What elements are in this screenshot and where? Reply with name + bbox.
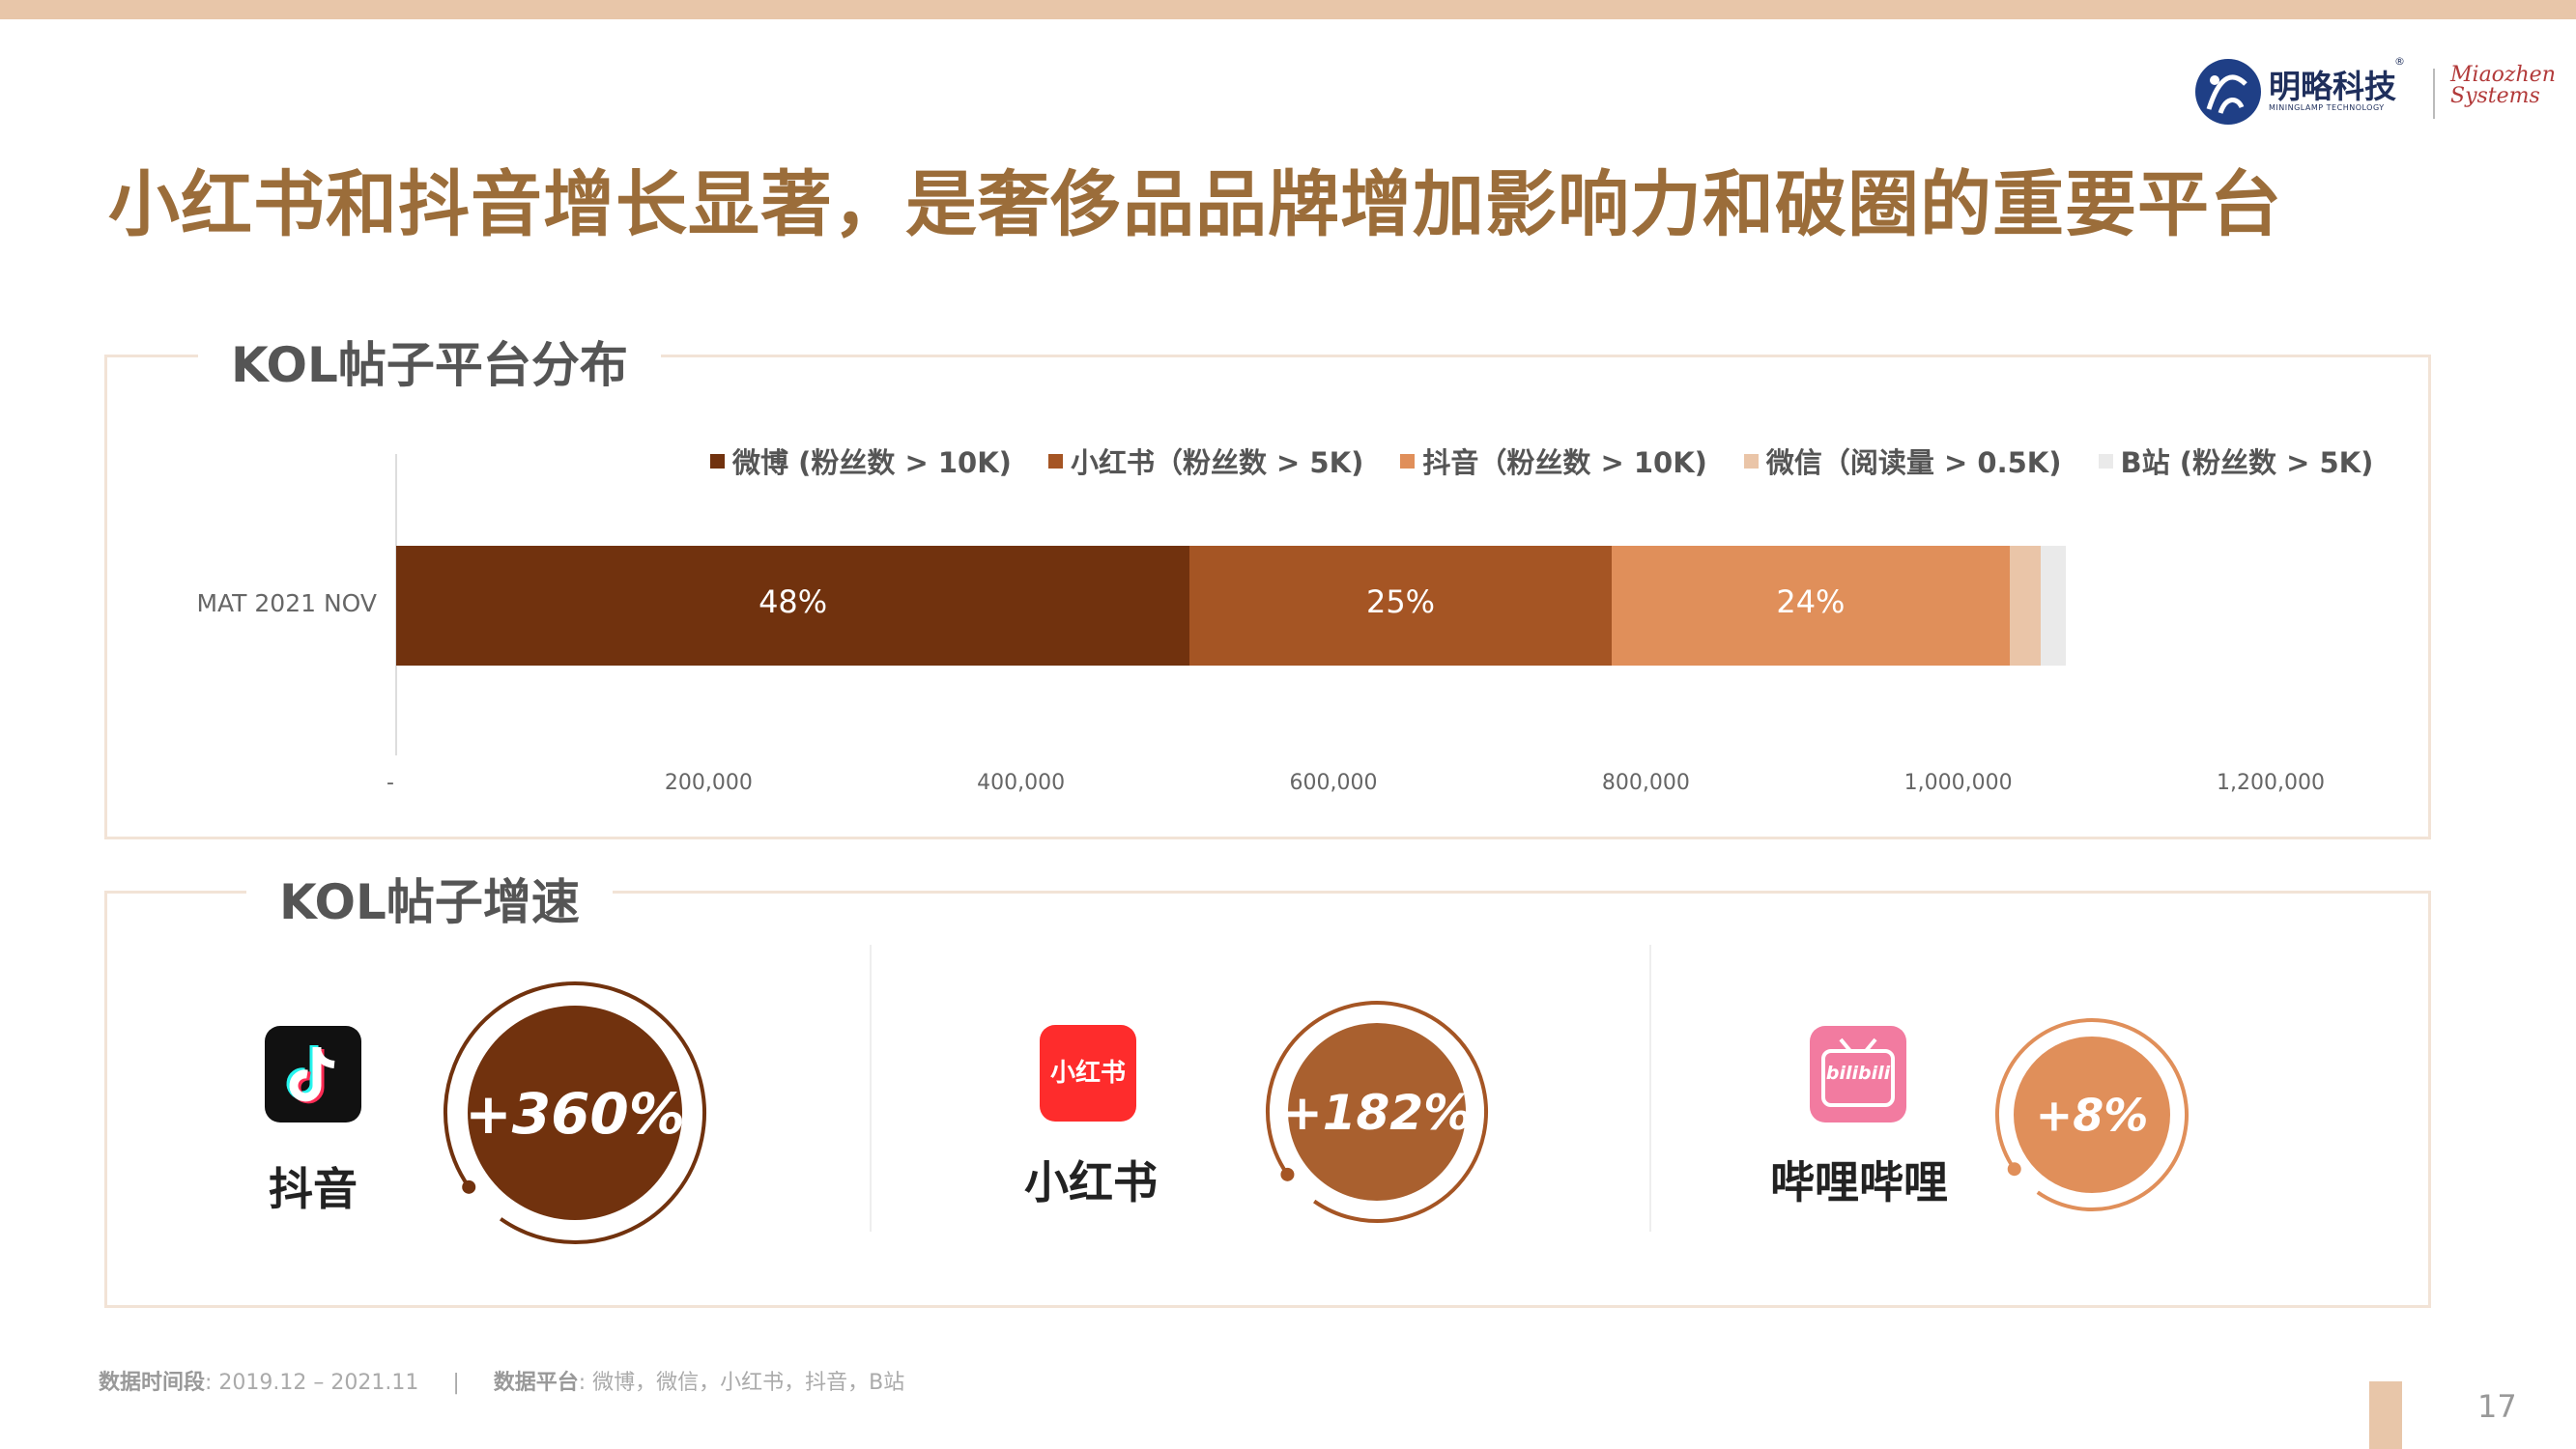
legend-item-0: 微博 (粉丝数 > 10K) <box>710 440 1012 481</box>
x-tick-label-2: 400,000 <box>977 771 1066 795</box>
x-tick-label-4: 800,000 <box>1601 771 1690 795</box>
logo-mark-icon <box>2195 59 2261 125</box>
legend-item-1: 小红书（粉丝数 > 5K) <box>1047 440 1364 481</box>
growth-divider-2 <box>1649 945 1651 1232</box>
footer-platform-value: : 微博，微信，小红书，抖音，B站 <box>578 1371 905 1395</box>
legend-swatch-1 <box>1047 453 1063 469</box>
bilibili-label: 哔哩哔哩 <box>1770 1156 1948 1208</box>
bar-data-label-0: 48% <box>758 583 828 620</box>
top-accent-bar <box>0 0 2576 19</box>
footer-platform-label: 数据平台 <box>493 1371 579 1395</box>
gauge-ring-end-dot-2 <box>2007 1162 2021 1177</box>
page-title: 小红书和抖音增长显著，是奢侈品品牌增加影响力和破圈的重要平台 <box>108 163 2282 246</box>
xiaohongshu-icon: 小红书 <box>1040 1025 1136 1122</box>
bilibili-growth-gauge: +8% <box>1995 1018 2189 1211</box>
growth-section-label: KOL帖子增速 <box>246 864 613 933</box>
growth-value-2: +8% <box>2036 1090 2149 1142</box>
distribution-section-label: KOL帖子平台分布 <box>198 327 661 396</box>
legend-item-4: B站 (粉丝数 > 5K) <box>2098 440 2374 481</box>
category-label: MAT 2021 NOV <box>196 589 377 617</box>
legend-swatch-3 <box>1743 453 1759 469</box>
growth-value-0: +360% <box>465 1081 685 1147</box>
legend-swatch-0 <box>710 453 725 469</box>
company-logo: 明略科技 ® MININGLAMP TECHNOLOGY Miaozhen Sy… <box>2191 53 2556 140</box>
gauge-ring-end-dot-0 <box>462 1179 476 1194</box>
legend-label-0: 微博 (粉丝数 > 10K) <box>732 446 1012 479</box>
x-tick-label-5: 1,000,000 <box>1903 771 2013 795</box>
footer-period-label: 数据时间段 <box>99 1371 206 1395</box>
logo-text-en: MININGLAMP TECHNOLOGY <box>2269 103 2385 112</box>
legend-item-2: 抖音（粉丝数 > 10K) <box>1400 440 1707 481</box>
legend-item-3: 微信（阅读量 > 0.5K) <box>1743 440 2062 481</box>
x-tick-label-1: 200,000 <box>664 771 753 795</box>
legend-label-4: B站 (粉丝数 > 5K) <box>2120 446 2374 479</box>
legend-label-3: 微信（阅读量 > 0.5K) <box>1765 446 2062 479</box>
page-accent-block <box>2369 1381 2402 1449</box>
douyin-icon <box>265 1026 361 1122</box>
page-number: 17 <box>2477 1388 2517 1425</box>
bilibili-icon: bilibili <box>1810 1026 1906 1122</box>
logo-text-cn: 明略科技 <box>2269 68 2396 105</box>
legend-swatch-4 <box>2098 453 2113 469</box>
growth-value-1: +182% <box>1282 1085 1472 1141</box>
bar-data-label-2: 24% <box>1776 583 1846 620</box>
bar-segment-3 <box>2010 546 2042 666</box>
xiaohongshu-icon-text: 小红书 <box>1049 1059 1126 1088</box>
miaozhen-logo-line1: Miaozhen <box>2450 63 2556 87</box>
douyin-growth-gauge: +360% <box>444 981 706 1244</box>
miaozhen-logo: Miaozhen Systems <box>2450 65 2556 107</box>
logo-divider <box>2433 69 2435 119</box>
xiaohongshu-growth-gauge: +182% <box>1266 1001 1488 1223</box>
bar-data-label-1: 25% <box>1365 583 1436 620</box>
miaozhen-logo-line2: Systems <box>2450 84 2540 108</box>
growth-divider-1 <box>870 945 872 1232</box>
chart-legend: 微博 (粉丝数 > 10K) 小红书（粉丝数 > 5K) 抖音（粉丝数 > 10K)… <box>710 440 2373 482</box>
logo-registered-mark: ® <box>2394 55 2405 68</box>
douyin-label: 抖音 <box>269 1163 358 1215</box>
legend-label-2: 抖音（粉丝数 > 10K) <box>1422 446 1707 479</box>
bar-segment-4 <box>2041 546 2067 666</box>
footer-separator: | <box>452 1371 460 1395</box>
x-tick-label-6: 1,200,000 <box>2217 771 2325 795</box>
x-tick-label-0: - <box>386 771 394 795</box>
bilibili-icon-text: bilibili <box>1825 1063 1891 1084</box>
xiaohongshu-label: 小红书 <box>1024 1156 1158 1208</box>
gauge-ring-end-dot-1 <box>1280 1167 1295 1181</box>
footer-source: 数据时间段: 2019.12 – 2021.11 | 数据平台: 微博，微信，小… <box>99 1365 904 1396</box>
legend-swatch-2 <box>1400 453 1416 469</box>
x-tick-label-3: 600,000 <box>1289 771 1378 795</box>
footer-period-value: : 2019.12 – 2021.11 <box>205 1371 419 1395</box>
legend-label-1: 小红书（粉丝数 > 5K) <box>1070 446 1364 479</box>
